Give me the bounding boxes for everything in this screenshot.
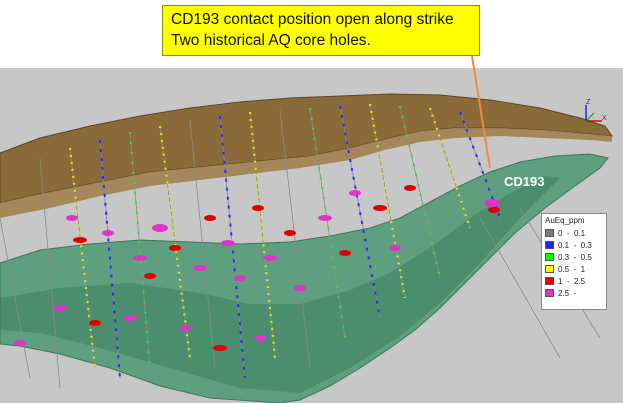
legend-item: 0.3 - 0.5 <box>545 251 603 263</box>
legend-label: 0.1 - 0.3 <box>558 240 592 250</box>
legend-label: 0.3 - 0.5 <box>558 252 592 262</box>
legend-title: AuEq_ppm <box>545 216 585 225</box>
callout-line-1: CD193 contact position open along strike <box>171 11 454 28</box>
legend-swatch <box>545 229 554 237</box>
legend-swatch <box>545 289 554 297</box>
3d-viewport[interactable] <box>0 68 623 403</box>
legend-swatch <box>545 277 554 285</box>
legend-swatch <box>545 253 554 261</box>
legend-swatch <box>545 241 554 249</box>
legend-item: 0.1 - 0.3 <box>545 239 603 251</box>
axis-labels: Z X <box>580 99 608 125</box>
legend-item: 1 - 2.5 <box>545 275 603 287</box>
legend-label: 0 - 0.1 <box>558 228 586 238</box>
legend-label: 0.5 - 1 <box>558 264 586 274</box>
3d-scene <box>0 93 614 403</box>
grade-legend: AuEq_ppm 0 - 0.1 0.1 - 0.3 0.3 - 0.5 0.5… <box>541 213 607 310</box>
callout-line-2: Two historical AQ core holes. <box>171 32 371 49</box>
legend-item: 0 - 0.1 <box>545 227 603 239</box>
callout-box: CD193 contact position open along strike… <box>162 5 480 56</box>
legend-label: 1 - 2.5 <box>558 276 586 286</box>
drill-hole-label: CD193 <box>504 174 545 189</box>
legend-item: 0.5 - 1 <box>545 263 603 275</box>
z-axis-label: Z <box>586 99 591 106</box>
legend-swatch <box>545 265 554 273</box>
legend-label: 2.5 - <box>558 288 577 298</box>
legend-item: 2.5 - <box>545 287 603 299</box>
x-axis-label: X <box>602 115 607 122</box>
model-view-slide: CD193 contact position open along strike… <box>0 0 623 403</box>
